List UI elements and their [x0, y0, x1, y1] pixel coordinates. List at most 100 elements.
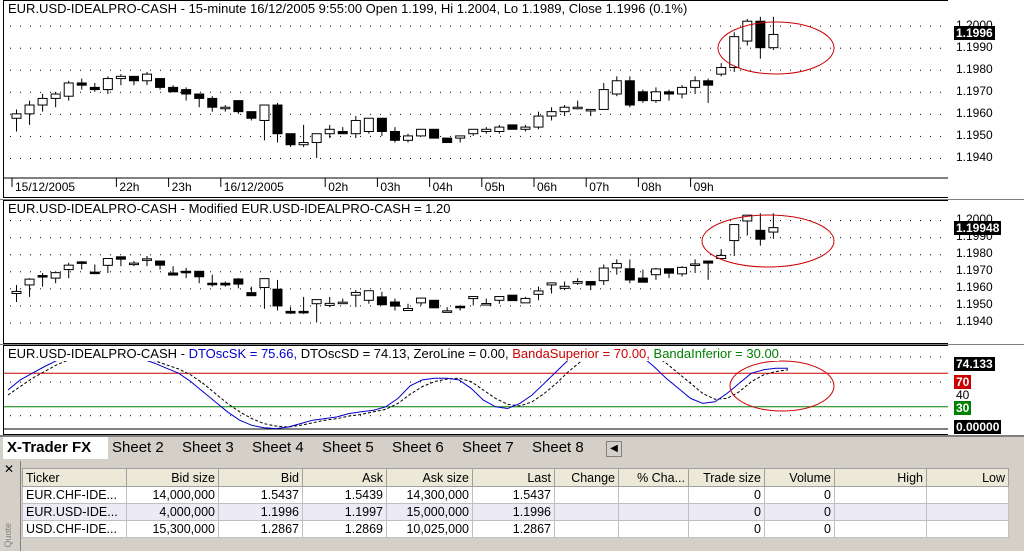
grid-dot: [180, 305, 181, 307]
tab-sheet-3[interactable]: Sheet 3: [178, 437, 248, 459]
grid-dot: [410, 113, 411, 115]
column-header[interactable]: % Cha...: [618, 468, 689, 487]
grid-dot: [600, 220, 601, 222]
grid-dot: [80, 271, 81, 273]
table-row[interactable]: USD.CHF-IDE... 15,300,000 1.2867 1.2869 10,0…: [22, 520, 1009, 538]
column-header[interactable]: Ticker: [22, 468, 127, 487]
grid-dot: [350, 288, 351, 290]
grid-dot: [220, 69, 221, 71]
grid-dot: [270, 271, 271, 273]
grid-dot: [920, 69, 921, 71]
osc-sk-label: DTOscSK = 75.66,: [188, 346, 298, 361]
grid-dot: [90, 113, 91, 115]
column-header[interactable]: Bid: [218, 468, 303, 487]
grid-dot: [810, 237, 811, 239]
grid-dot: [640, 271, 641, 273]
grid-dot: [420, 113, 421, 115]
grid-dot: [370, 288, 371, 290]
column-header[interactable]: Trade size: [688, 468, 765, 487]
oscillator-panel[interactable]: EUR.USD-IDEALPRO-CASH - DTOscSK = 75.66,…: [0, 345, 1024, 436]
tab-sheet-4[interactable]: Sheet 4: [248, 437, 318, 459]
grid-dot: [730, 157, 731, 159]
grid-dot: [500, 135, 501, 137]
grid-dot: [20, 254, 21, 256]
grid-dot: [660, 305, 661, 307]
grid-dot: [330, 415, 331, 417]
grid-dot: [210, 381, 211, 383]
table-row[interactable]: EUR.USD-IDE... 4,000,000 1.1996 1.1997 15,00…: [22, 503, 1009, 521]
grid-dot: [200, 322, 201, 324]
column-header[interactable]: Change: [554, 468, 619, 487]
grid-dot: [580, 254, 581, 256]
grid-dot: [520, 157, 521, 159]
tab-x-trader-fx[interactable]: X-Trader FX: [3, 437, 108, 459]
grid-dot: [190, 25, 191, 27]
grid-dot: [670, 135, 671, 137]
grid-dot: [130, 47, 131, 49]
grid-dot: [420, 254, 421, 256]
grid-dot: [110, 47, 111, 49]
grid-dot: [870, 157, 871, 159]
tab-scroll-left-icon[interactable]: ◀: [606, 441, 622, 457]
grid-dot: [140, 322, 141, 324]
grid-dot: [350, 69, 351, 71]
osc-upper-value-tag: 70: [954, 375, 972, 389]
grid-dot: [530, 322, 531, 324]
grid-dot: [80, 91, 81, 93]
grid-dot: [890, 135, 891, 137]
grid-dot: [920, 25, 921, 27]
grid-dot: [290, 91, 291, 93]
grid-dot: [780, 356, 781, 358]
grid-dot: [120, 220, 121, 222]
column-header[interactable]: Ask size: [386, 468, 473, 487]
grid-dot: [840, 288, 841, 290]
grid-dot: [530, 135, 531, 137]
price-y-axis[interactable]: 1.2000 1.1990 1.1980 1.1970 1.1960 1.1950 1.19…: [948, 0, 1024, 199]
table-row[interactable]: EUR.CHF-IDE... 14,000,000 1.5437 1.5439 14,3…: [22, 486, 1009, 504]
grid-dot: [700, 288, 701, 290]
grid-dot: [740, 415, 741, 417]
grid-dot: [760, 305, 761, 307]
grid-dot: [820, 356, 821, 358]
column-header[interactable]: Low: [926, 468, 1009, 487]
quote-table[interactable]: Ticker Bid size Bid Ask Ask size Last Change% …: [22, 468, 1009, 538]
column-header[interactable]: Bid size: [126, 468, 219, 487]
grid-dot: [650, 322, 651, 324]
grid-dot: [890, 415, 891, 417]
column-header[interactable]: High: [834, 468, 927, 487]
grid-dot: [30, 135, 31, 137]
grid-dot: [410, 271, 411, 273]
tab-sheet-2[interactable]: Sheet 2: [108, 437, 178, 459]
grid-dot: [40, 91, 41, 93]
oscillator-plot[interactable]: EUR.USD-IDEALPRO-CASH - DTOscSK = 75.66,…: [3, 345, 949, 435]
grid-dot: [650, 135, 651, 137]
grid-dot: [400, 237, 401, 239]
column-header[interactable]: Last: [472, 468, 555, 487]
grid-dot: [10, 135, 11, 137]
grid-dot: [300, 69, 301, 71]
tab-sheet-7[interactable]: Sheet 7: [458, 437, 528, 459]
grid-dot: [110, 25, 111, 27]
tab-sheet-6[interactable]: Sheet 6: [388, 437, 458, 459]
grid-dot: [600, 135, 601, 137]
column-header[interactable]: Ask: [302, 468, 387, 487]
grid-dot: [480, 271, 481, 273]
grid-dot: [760, 271, 761, 273]
modified-y-axis[interactable]: 1.2000 1.1990 1.1980 1.1970 1.1960 1.1950 1.19…: [948, 200, 1024, 344]
oscillator-y-axis[interactable]: 74.133 70 40 30 0.00000: [948, 345, 1024, 435]
grid-dot: [430, 322, 431, 324]
tab-sheet-5[interactable]: Sheet 5: [318, 437, 388, 459]
modified-chart-panel[interactable]: EUR.USD-IDEALPRO-CASH - Modified EUR.USD…: [0, 200, 1024, 345]
price-chart-plot[interactable]: 15/12/2005 22h 23h 16/12/2005 02h 03h 04h 05h 06…: [3, 0, 949, 198]
grid-dot: [260, 47, 261, 49]
modified-chart-plot[interactable]: EUR.USD-IDEALPRO-CASH - Modified EUR.USD…: [3, 200, 949, 344]
grid-dot: [410, 237, 411, 239]
tab-sheet-8[interactable]: Sheet 8: [528, 437, 598, 459]
grid-dot: [740, 288, 741, 290]
grid-dot: [110, 113, 111, 115]
price-chart-panel[interactable]: 15/12/2005 22h 23h 16/12/2005 02h 03h 04h 05h 06…: [0, 0, 1024, 200]
grid-dot: [430, 69, 431, 71]
column-header[interactable]: Volume: [764, 468, 835, 487]
close-icon[interactable]: ✕: [4, 463, 14, 475]
grid-dot: [880, 322, 881, 324]
